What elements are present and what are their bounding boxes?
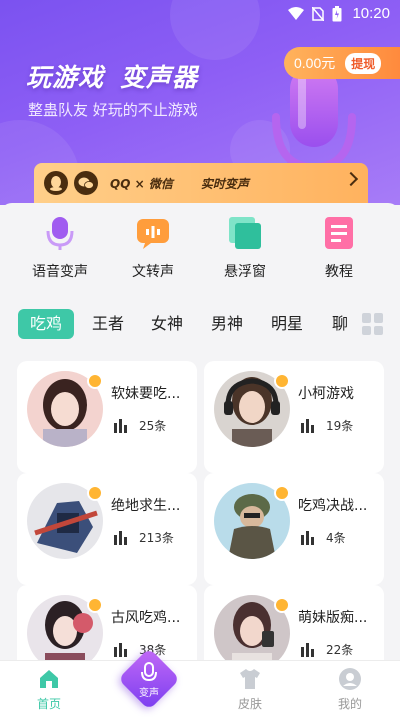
- status-bar: 10:20: [0, 0, 400, 28]
- hero-title-b: 变声器: [120, 63, 199, 92]
- tutorial-icon: [321, 215, 357, 251]
- balance-amount: 0.00元: [294, 55, 336, 71]
- voice-pack-card[interactable]: 吃鸡决战... 4条: [204, 473, 384, 585]
- nav-home[interactable]: 首页: [9, 661, 89, 712]
- bar-count-icon: [301, 419, 314, 433]
- bar-count-icon: [114, 419, 127, 433]
- banner-qq-wechat: QQ × 微信: [110, 176, 173, 191]
- lock-badge-icon: [274, 597, 290, 613]
- tab-nvshen[interactable]: 女神: [151, 309, 183, 339]
- card-count: 4条: [326, 531, 346, 545]
- card-count: 19条: [326, 419, 354, 433]
- lock-badge-icon: [87, 597, 103, 613]
- bar-count-icon: [114, 531, 127, 545]
- mic-icon: [42, 215, 78, 251]
- bar-count-icon: [301, 531, 314, 545]
- tool-text-to-speech[interactable]: 文转声: [108, 215, 198, 281]
- tshirt-icon: [238, 667, 262, 691]
- card-title: 小柯游戏: [298, 386, 354, 402]
- mic-icon: [141, 662, 157, 682]
- nav-label: 首页: [36, 697, 61, 711]
- card-title: 软妹要吃...: [111, 386, 181, 402]
- nav-label: 我的: [337, 697, 362, 711]
- bottom-nav: 首页 皮肤 我的: [0, 660, 400, 720]
- lock-badge-icon: [87, 373, 103, 389]
- card-count: 213条: [139, 531, 174, 545]
- tab-mingxing[interactable]: 明星: [271, 309, 303, 339]
- fab-label: 变声: [139, 688, 159, 699]
- tool-voice-change[interactable]: 语音变声: [15, 215, 105, 281]
- wechat-icon: [74, 171, 98, 195]
- floating-window-icon: [227, 215, 263, 251]
- voice-pack-card[interactable]: 小柯游戏 19条: [204, 361, 384, 473]
- lock-badge-icon: [274, 373, 290, 389]
- tool-row: 语音变声 文转声 悬浮窗 教程: [0, 215, 400, 295]
- tool-label: 教程: [325, 264, 353, 280]
- tool-label: 语音变声: [32, 264, 88, 280]
- banner-realtime: 实时变声: [200, 176, 249, 191]
- tab-nanshen[interactable]: 男神: [211, 309, 243, 339]
- nav-mine[interactable]: 我的: [310, 661, 390, 712]
- profile-icon: [338, 667, 362, 691]
- card-count: 25条: [139, 419, 167, 433]
- nav-skin[interactable]: 皮肤: [210, 661, 290, 712]
- tab-chiji[interactable]: 吃鸡: [18, 309, 75, 339]
- withdraw-button[interactable]: 提现: [345, 52, 382, 74]
- wifi-icon: [288, 7, 304, 20]
- card-title: 绝地求生...: [111, 498, 181, 514]
- lock-badge-icon: [87, 485, 103, 501]
- voice-pack-card[interactable]: 软妹要吃... 25条: [17, 361, 197, 473]
- tool-tutorial[interactable]: 教程: [294, 215, 384, 281]
- balance-pill[interactable]: 0.00元 提现: [284, 47, 400, 79]
- card-title: 古风吃鸡...: [111, 610, 181, 626]
- card-title: 吃鸡决战...: [298, 498, 368, 514]
- tool-floating-window[interactable]: 悬浮窗: [200, 215, 290, 281]
- nav-label: 皮肤: [237, 697, 262, 711]
- hero-title: 玩游戏 变声器: [26, 58, 198, 94]
- battery-icon: [332, 6, 342, 22]
- voice-change-fab[interactable]: 变声: [117, 647, 181, 711]
- tab-wangzhe[interactable]: 王者: [92, 309, 124, 339]
- content-panel: 语音变声 文转声 悬浮窗 教程 吃鸡 王者 女神 男神 明星 聊 软妹要吃...…: [0, 203, 400, 697]
- hero-banner: 10:20 玩游戏 变声器 整蛊队友 好玩的不止游戏 0.00元 提现 QQ × …: [0, 0, 400, 205]
- hero-subtitle: 整蛊队友 好玩的不止游戏: [28, 101, 198, 119]
- text-to-speech-icon: [135, 215, 171, 251]
- tool-label: 文转声: [132, 264, 174, 280]
- home-icon: [37, 667, 61, 691]
- bar-count-icon: [301, 643, 314, 657]
- status-time: 10:20: [352, 5, 390, 22]
- card-count: 22条: [326, 643, 354, 657]
- no-sim-icon: [312, 7, 324, 21]
- tab-liao[interactable]: 聊: [332, 309, 348, 339]
- realtime-voice-banner[interactable]: QQ × 微信 实时变声: [34, 163, 368, 203]
- voice-pack-card[interactable]: 绝地求生... 213条: [17, 473, 197, 585]
- grid-menu-icon[interactable]: [362, 313, 384, 335]
- lock-badge-icon: [274, 485, 290, 501]
- hero-title-a: 玩游戏: [26, 63, 105, 92]
- chevron-right-icon: [343, 171, 359, 187]
- qq-icon: [44, 171, 68, 195]
- tool-label: 悬浮窗: [224, 264, 266, 280]
- card-title: 萌妹版痴...: [298, 610, 368, 626]
- category-tabs: 吃鸡 王者 女神 男神 明星 聊: [0, 305, 400, 341]
